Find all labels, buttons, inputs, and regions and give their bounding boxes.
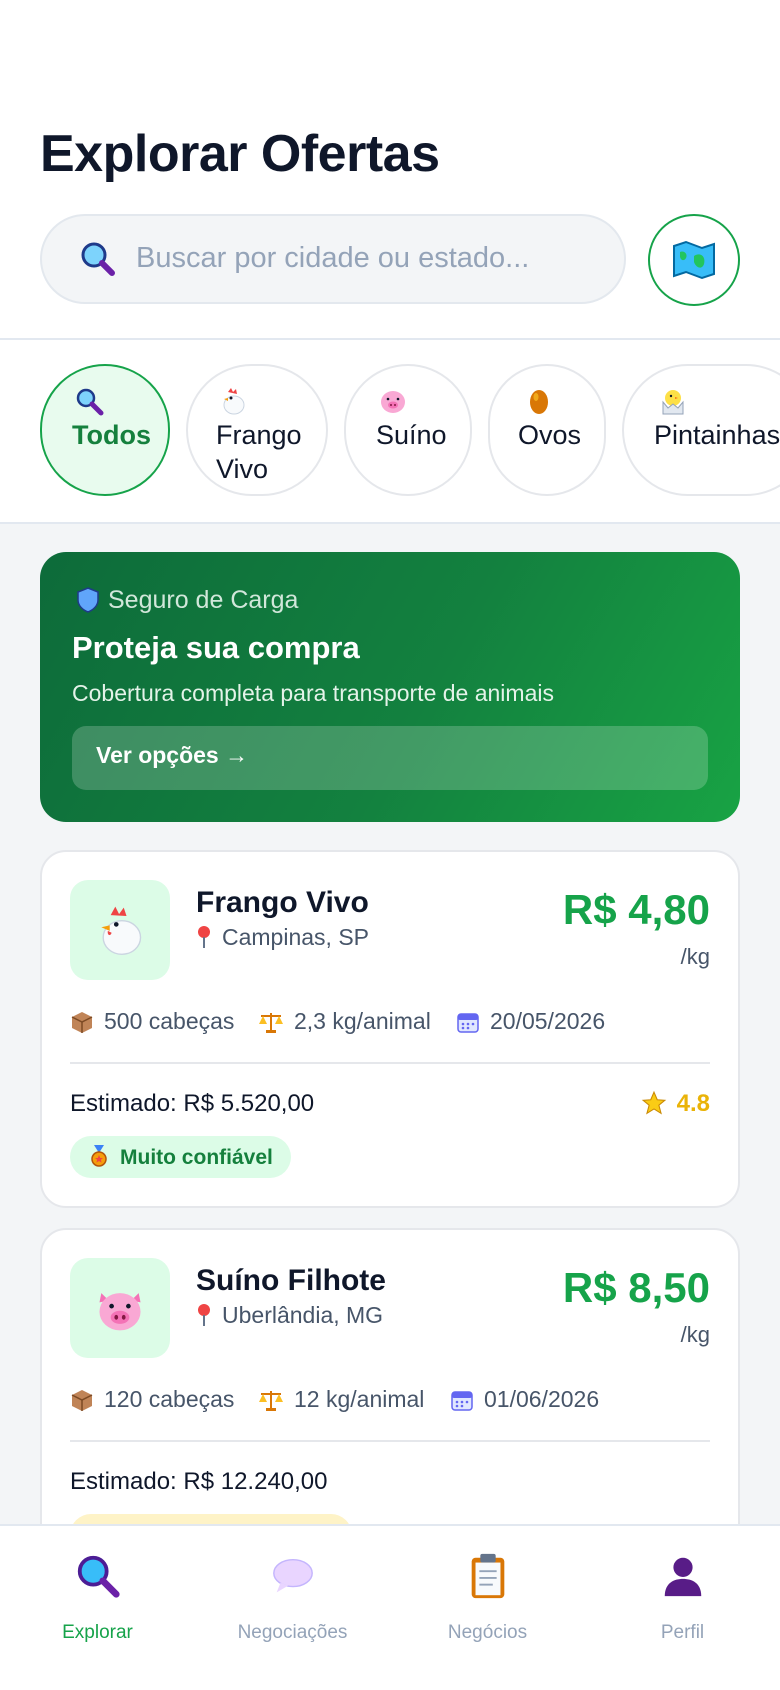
quantity-spec: 120 cabeças [70, 1386, 234, 1413]
listing-price-unit: /kg [680, 944, 710, 969]
pig-icon [99, 1293, 141, 1331]
nav-item-negociacoes[interactable]: Negociações [195, 1526, 390, 1690]
search-icon [81, 242, 115, 276]
map-button[interactable] [648, 214, 740, 306]
view-options-label: Ver opções → [96, 742, 249, 768]
category-chip-suino[interactable]: Suíno [344, 364, 472, 496]
listing-location-label: Uberlândia, MG [222, 1302, 384, 1328]
scale-icon [259, 1391, 283, 1411]
nav-label: Negócios [447, 1622, 528, 1643]
divider [70, 1440, 710, 1442]
pig-icon [381, 391, 405, 413]
nav-item-negocios[interactable]: Negócios [390, 1526, 585, 1690]
map-icon [673, 240, 715, 280]
chat-bubble-icon [272, 1558, 313, 1593]
nav-label: Negociações [237, 1622, 348, 1643]
weight-spec: 2,3 kg/animal [258, 1008, 431, 1035]
listing-location: Uberlândia, MG [196, 1302, 383, 1329]
date-label: 20/05/2026 [490, 1008, 606, 1034]
category-label: Suíno [376, 420, 447, 450]
rating-value: 4.8 [676, 1090, 710, 1117]
shield-icon [77, 587, 99, 613]
trust-badge-label: Muito confiável [120, 1146, 273, 1169]
category-chip-todos[interactable]: Todos [40, 364, 170, 496]
search-input[interactable]: Buscar por cidade ou estado... [40, 214, 626, 304]
location-pin-icon [198, 1304, 210, 1326]
medal-icon [91, 1145, 107, 1167]
category-chip-frango-vivo[interactable]: Frango Vivo [186, 364, 328, 496]
nav-item-explorar[interactable]: Explorar [0, 1526, 195, 1690]
chicken-icon [101, 906, 142, 955]
listing-price: R$ 4,80 [562, 886, 710, 933]
scale-icon [259, 1013, 283, 1033]
date-spec: 20/05/2026 [456, 1008, 605, 1035]
trust-badge: Muito confiável [70, 1136, 291, 1178]
header-area: Explorar Ofertas Buscar por cidade ou es… [0, 0, 780, 340]
insurance-banner: Seguro de Carga Proteja sua compra Cober… [40, 552, 740, 822]
category-label: Pintainhas [654, 420, 780, 450]
listing-thumbnail [70, 880, 170, 980]
calendar-icon [451, 1391, 473, 1411]
bottom-navigation: Explorar Negociações Negócios Perfil [0, 1524, 780, 1690]
listing-price-unit: /kg [680, 1322, 710, 1347]
star-icon [641, 1090, 666, 1115]
category-label: Ovos [518, 420, 582, 450]
nav-item-perfil[interactable]: Perfil [585, 1526, 780, 1690]
listing-price: R$ 8,50 [562, 1264, 710, 1311]
listing-card[interactable]: Frango Vivo Campinas, SP R$ 4,80 /kg 500… [40, 850, 740, 1208]
weight-spec: 12 kg/animal [258, 1386, 424, 1413]
listing-thumbnail [70, 1258, 170, 1358]
listing-name: Suíno Filhote [196, 1264, 386, 1297]
divider [70, 1062, 710, 1064]
quantity-spec: 500 cabeças [70, 1008, 234, 1035]
search-placeholder: Buscar por cidade ou estado... [136, 242, 530, 274]
category-label: Frango Vivo [216, 420, 302, 484]
calendar-icon [457, 1013, 479, 1033]
listing-location: Campinas, SP [196, 924, 369, 951]
clipboard-icon [471, 1553, 504, 1599]
listing-name: Frango Vivo [196, 886, 369, 919]
nav-label: Explorar [62, 1622, 133, 1643]
banner-subtitle: Cobertura completa para transporte de an… [72, 680, 554, 706]
chick-icon [662, 390, 684, 415]
rating: 4.8 [641, 1090, 710, 1118]
egg-icon [530, 390, 548, 414]
quantity-label: 500 cabeças [104, 1008, 235, 1034]
category-filter: Todos Frango Vivo Suíno Ovos Pintainhas [0, 340, 780, 524]
weight-label: 12 kg/animal [294, 1386, 425, 1412]
weight-label: 2,3 kg/animal [294, 1008, 431, 1034]
chicken-icon [223, 388, 245, 415]
estimated-total: Estimado: R$ 5.520,00 [70, 1090, 315, 1117]
view-options-button[interactable]: Ver opções → [72, 726, 708, 790]
category-chip-ovos[interactable]: Ovos [488, 364, 606, 496]
banner-tag-label: Seguro de Carga [108, 586, 299, 614]
category-chip-pintainhas[interactable]: Pintainhas [622, 364, 780, 496]
banner-title: Proteja sua compra [72, 630, 360, 665]
nav-label: Perfil [660, 1622, 705, 1643]
category-label: Todos [72, 420, 151, 450]
search-icon [77, 1555, 120, 1598]
page-title: Explorar Ofertas [40, 125, 440, 183]
search-icon [76, 388, 104, 416]
location-pin-icon [198, 926, 210, 948]
quantity-label: 120 cabeças [104, 1386, 235, 1412]
date-spec: 01/06/2026 [450, 1386, 599, 1413]
banner-tag: Seguro de Carga [76, 586, 298, 615]
estimated-total: Estimado: R$ 12.240,00 [70, 1468, 328, 1495]
date-label: 01/06/2026 [484, 1386, 600, 1412]
user-icon [664, 1557, 701, 1597]
box-icon [71, 1390, 93, 1411]
box-icon [71, 1012, 93, 1033]
listing-location-label: Campinas, SP [222, 924, 370, 950]
